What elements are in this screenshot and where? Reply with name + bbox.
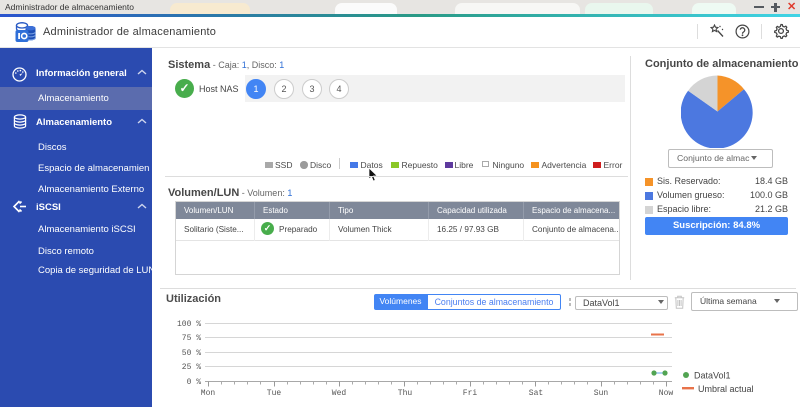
svg-text:DataVol1: DataVol1 (694, 371, 731, 381)
svg-text:Umbral actual: Umbral actual (698, 384, 754, 394)
svg-text:Fri: Fri (463, 389, 478, 398)
svg-text:Now: Now (659, 389, 674, 398)
svg-text:Tue: Tue (267, 389, 282, 398)
svg-text:50 %: 50 % (182, 349, 201, 358)
svg-text:25 %: 25 % (182, 363, 201, 372)
svg-text:Thu: Thu (398, 389, 413, 398)
svg-text:Sun: Sun (594, 389, 609, 398)
svg-text:75 %: 75 % (182, 334, 201, 343)
svg-text:0 %: 0 % (187, 378, 202, 387)
svg-text:Sat: Sat (529, 389, 543, 398)
svg-text:Wed: Wed (332, 389, 347, 398)
svg-text:100 %: 100 % (177, 320, 201, 329)
svg-text:Mon: Mon (201, 389, 216, 398)
